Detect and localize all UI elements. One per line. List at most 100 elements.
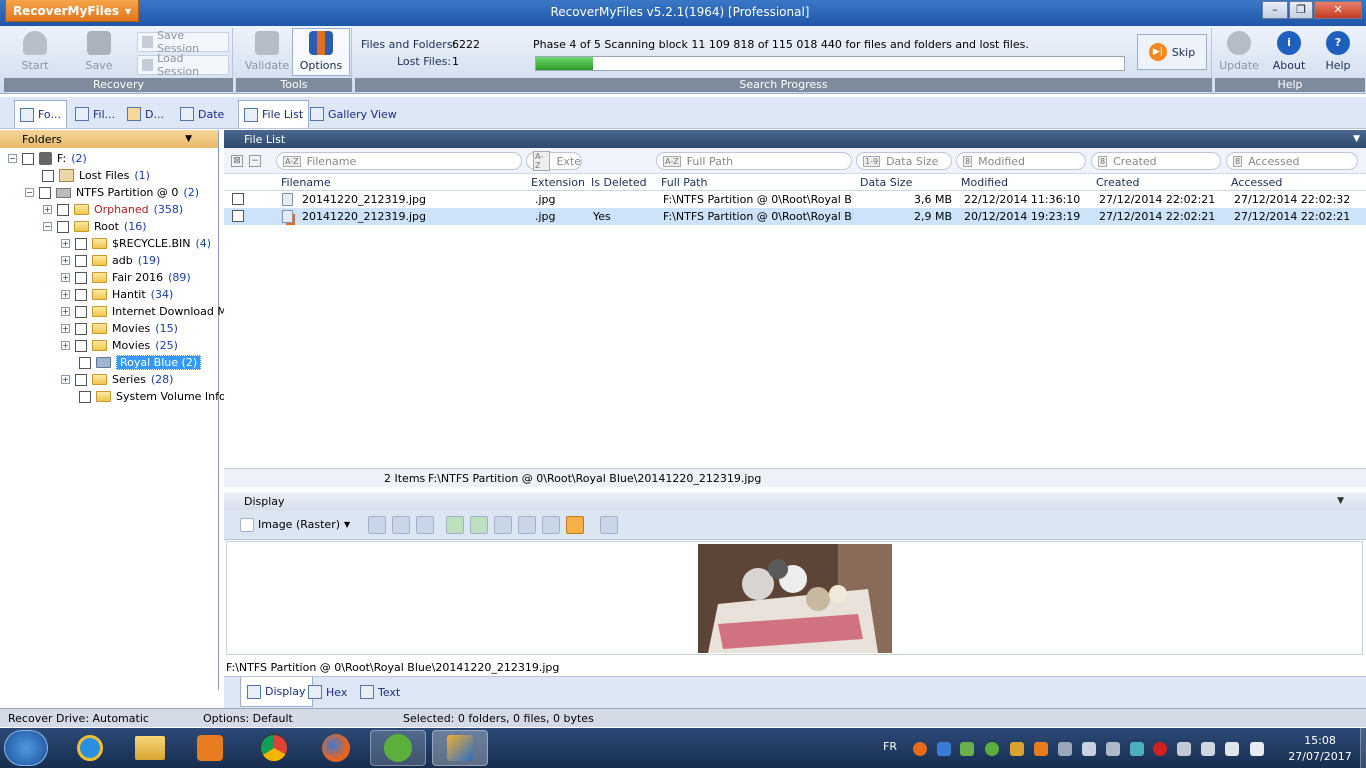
expand-icon[interactable]: + [61,273,70,282]
show-desktop-button[interactable] [1360,728,1366,768]
tree-folder[interactable]: + Internet Download M [0,303,227,320]
about-button[interactable]: i About [1265,28,1313,76]
volume-icon[interactable] [1250,742,1264,756]
expand-icon[interactable]: + [61,307,70,316]
fit-window-icon[interactable] [566,515,585,534]
tree-lost-files[interactable]: Lost Files (1) [0,167,218,184]
expand-icon[interactable]: + [61,324,70,333]
clock[interactable]: 15:08 27/07/2017 [1282,733,1358,765]
tree-folder[interactable]: + Fair 2016 (89) [0,269,218,286]
expand-icon[interactable]: + [43,205,52,214]
collapse-icon[interactable]: − [43,222,52,231]
rotate-left-icon[interactable] [446,515,465,534]
zoom-out-icon[interactable] [518,515,537,534]
row-checkbox[interactable] [232,210,244,222]
taskbar-ie[interactable] [62,730,118,766]
tab-gallery-view[interactable]: Gallery View [305,100,402,128]
checkbox[interactable] [75,339,87,352]
minimize-button[interactable]: – [1262,1,1288,19]
taskbar-utorrent[interactable] [370,730,426,766]
expand-icon[interactable]: + [61,256,70,265]
view-mode-select[interactable]: Image (Raster) ▼ [236,517,354,532]
tray-app-icon[interactable] [960,742,974,756]
checkbox[interactable] [79,390,91,403]
tray-security-icon[interactable] [1153,742,1167,756]
tree-orphaned[interactable]: + Orphaned (358) [0,201,218,218]
col-data-size[interactable]: Data Size [860,176,912,189]
filename-filter[interactable]: A-Z Filename [276,152,522,170]
expand-icon[interactable]: + [61,341,70,350]
tray-app-icon[interactable] [1130,742,1144,756]
tray-app-icon[interactable] [1177,742,1191,756]
checkbox[interactable] [75,305,87,318]
checkbox[interactable] [42,169,54,182]
tray-update-icon[interactable] [913,742,927,756]
tree-folder[interactable]: + Movies (25) [0,337,218,354]
extension-filter[interactable]: A-Z Exte [526,151,582,171]
taskbar-recovermyfiles[interactable] [432,730,488,766]
checkbox[interactable] [39,186,51,199]
tree-folder[interactable]: + Movies (15) [0,320,218,337]
clear-filter-icon[interactable]: ⊠ [231,155,243,167]
tab-date[interactable]: Date [175,100,229,128]
col-is-deleted[interactable]: Is Deleted [591,176,647,189]
tray-app-icon[interactable] [1034,742,1048,756]
tray-app-icon[interactable] [1058,742,1072,756]
rotate-right-icon[interactable] [470,515,489,534]
checkbox[interactable] [79,356,91,369]
col-extension[interactable]: Extension [531,176,585,189]
size-filter[interactable]: 1-9 Data Size [856,152,952,170]
collapse-icon[interactable]: − [25,188,34,197]
checkbox[interactable] [57,203,69,216]
pages-icon[interactable] [600,515,619,534]
app-menu-button[interactable]: RecoverMyFiles ▾ [5,0,139,22]
tab-display[interactable]: Display [240,677,313,707]
created-filter[interactable]: 8 Created [1091,152,1221,170]
col-full-path[interactable]: Full Path [661,176,707,189]
tree-folder-selected[interactable]: Royal Blue (2) [0,354,218,371]
usb-icon[interactable] [1225,742,1239,756]
start-button[interactable]: Start [6,28,64,76]
tab-deleted[interactable]: D... [122,100,169,128]
close-button[interactable]: ✕ [1314,1,1362,19]
tree-folder[interactable]: System Volume Infor [0,388,230,405]
save-button[interactable]: Save [70,28,128,76]
dropdown-icon[interactable]: ▼ [1337,496,1344,506]
row-checkbox[interactable] [232,193,244,205]
tree-folder[interactable]: + Hantit (34) [0,286,218,303]
tab-file-list[interactable]: File List [238,100,310,128]
hand-icon[interactable] [368,515,387,534]
checkbox[interactable] [75,271,87,284]
dropdown-icon[interactable]: ▼ [1353,134,1360,144]
network-icon[interactable] [1106,742,1120,756]
tab-folders[interactable]: Fo... [14,100,67,128]
col-accessed[interactable]: Accessed [1231,176,1282,189]
help-button[interactable]: ? Help [1314,28,1362,76]
taskbar-firefox[interactable] [308,730,364,766]
checkbox[interactable] [75,237,87,250]
checkbox[interactable] [75,288,87,301]
tray-utorrent-icon[interactable] [985,742,999,756]
tree-folder[interactable]: + Series (28) [0,371,218,388]
expand-icon[interactable]: + [61,290,70,299]
tab-hex[interactable]: Hex [308,677,347,707]
actual-size-icon[interactable] [542,515,561,534]
print-icon[interactable] [416,515,435,534]
expand-icon[interactable]: + [61,375,70,384]
action-center-icon[interactable] [1201,742,1215,756]
update-button[interactable]: Update [1215,28,1263,76]
checkbox[interactable] [75,322,87,335]
copy-icon[interactable] [392,515,411,534]
accessed-filter[interactable]: 8 Accessed [1226,152,1358,170]
path-filter[interactable]: A-Z Full Path [656,152,852,170]
col-created[interactable]: Created [1096,176,1140,189]
tab-text[interactable]: Text [360,677,400,707]
col-modified[interactable]: Modified [961,176,1008,189]
tab-files[interactable]: Fil... [70,100,120,128]
options-button[interactable]: Options [292,28,350,76]
tree-ntfs[interactable]: − NTFS Partition @ 0 (2) [0,184,218,201]
validate-button[interactable]: Validate [238,28,296,76]
collapse-filter-icon[interactable]: − [249,155,261,167]
tree-root-folder[interactable]: − Root (16) [0,218,218,235]
tree-folder[interactable]: + $RECYCLE.BIN (4) [0,235,218,252]
